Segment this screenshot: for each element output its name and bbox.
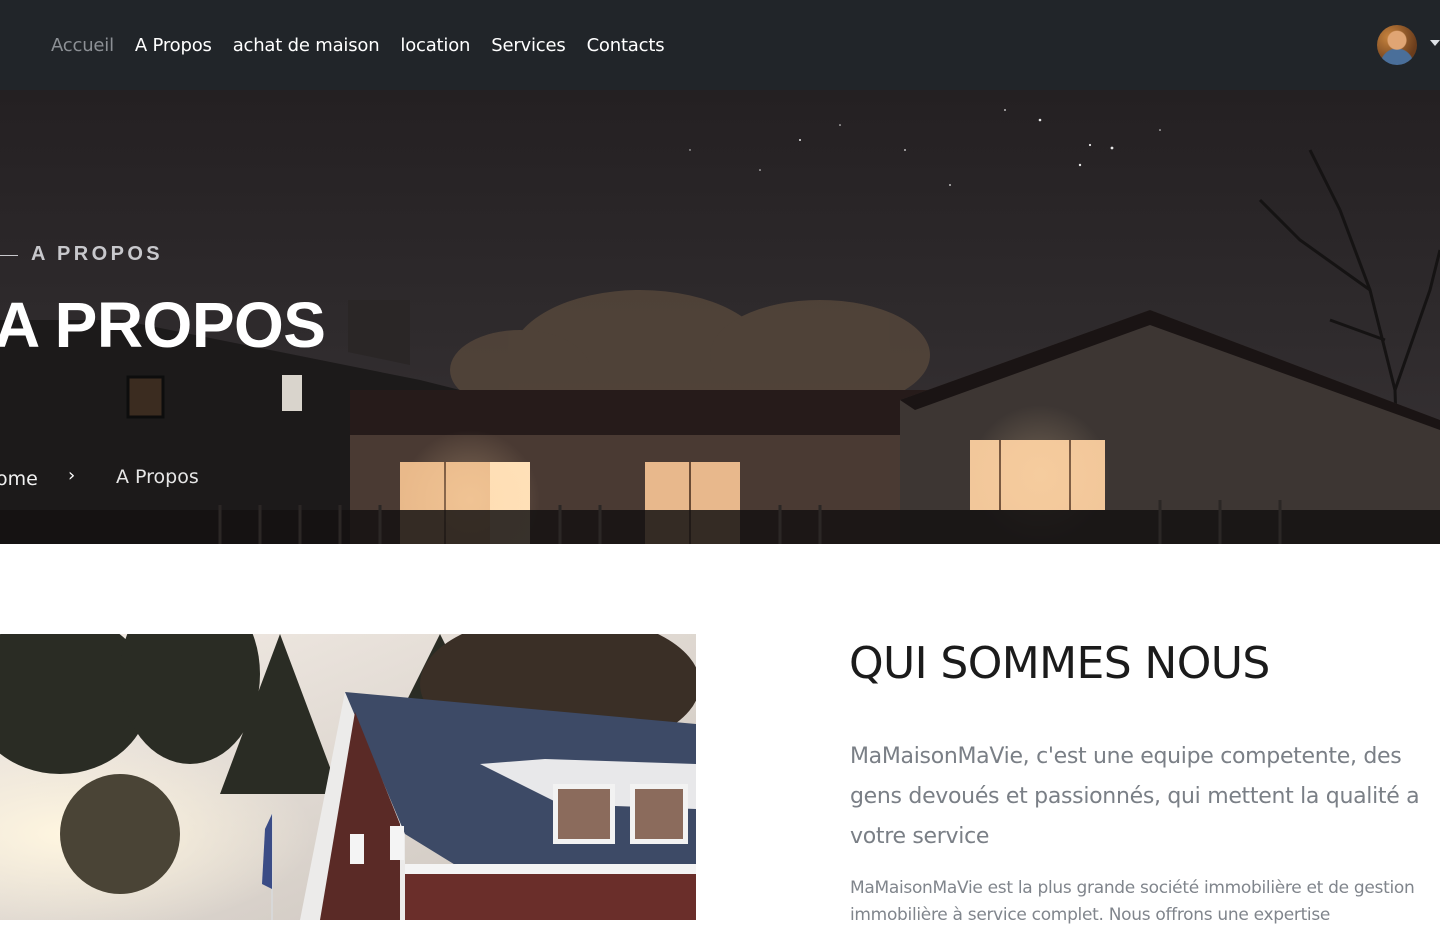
nav-link-services[interactable]: Services <box>491 33 566 59</box>
chevron-right-icon: › <box>68 465 76 486</box>
section-title: QUI SOMMES NOUS <box>849 638 1270 689</box>
section-body-text: MaMaisonMaVie est la plus grande société… <box>850 878 1415 925</box>
breadcrumb-home-link[interactable]: ome <box>0 468 38 490</box>
nav-link-accueil[interactable]: Accueil <box>51 33 114 59</box>
about-house-image <box>0 634 696 920</box>
breadcrumb-current: A Propos <box>116 466 199 488</box>
nav-link-a-propos[interactable]: A Propos <box>135 33 212 59</box>
page-title: A PROPOS <box>0 289 326 361</box>
nav-link-location[interactable]: location <box>400 33 470 59</box>
user-avatar-icon[interactable] <box>1377 25 1417 65</box>
hero-kicker: A PROPOS <box>31 243 164 265</box>
nav-link-contacts[interactable]: Contacts <box>587 33 665 59</box>
caret-down-icon[interactable] <box>1430 40 1440 46</box>
nav-link-achat-de-maison[interactable]: achat de maison <box>233 33 380 59</box>
hero-banner: A PROPOS A PROPOS ome › A Propos <box>0 90 1440 544</box>
top-navbar: Accueil A Propos achat de maison locatio… <box>0 0 1440 90</box>
kicker-line <box>0 255 18 256</box>
nav-links: Accueil A Propos achat de maison locatio… <box>51 33 665 59</box>
section-lead-text: MaMaisonMaVie, c'est une equipe competen… <box>850 744 1420 849</box>
